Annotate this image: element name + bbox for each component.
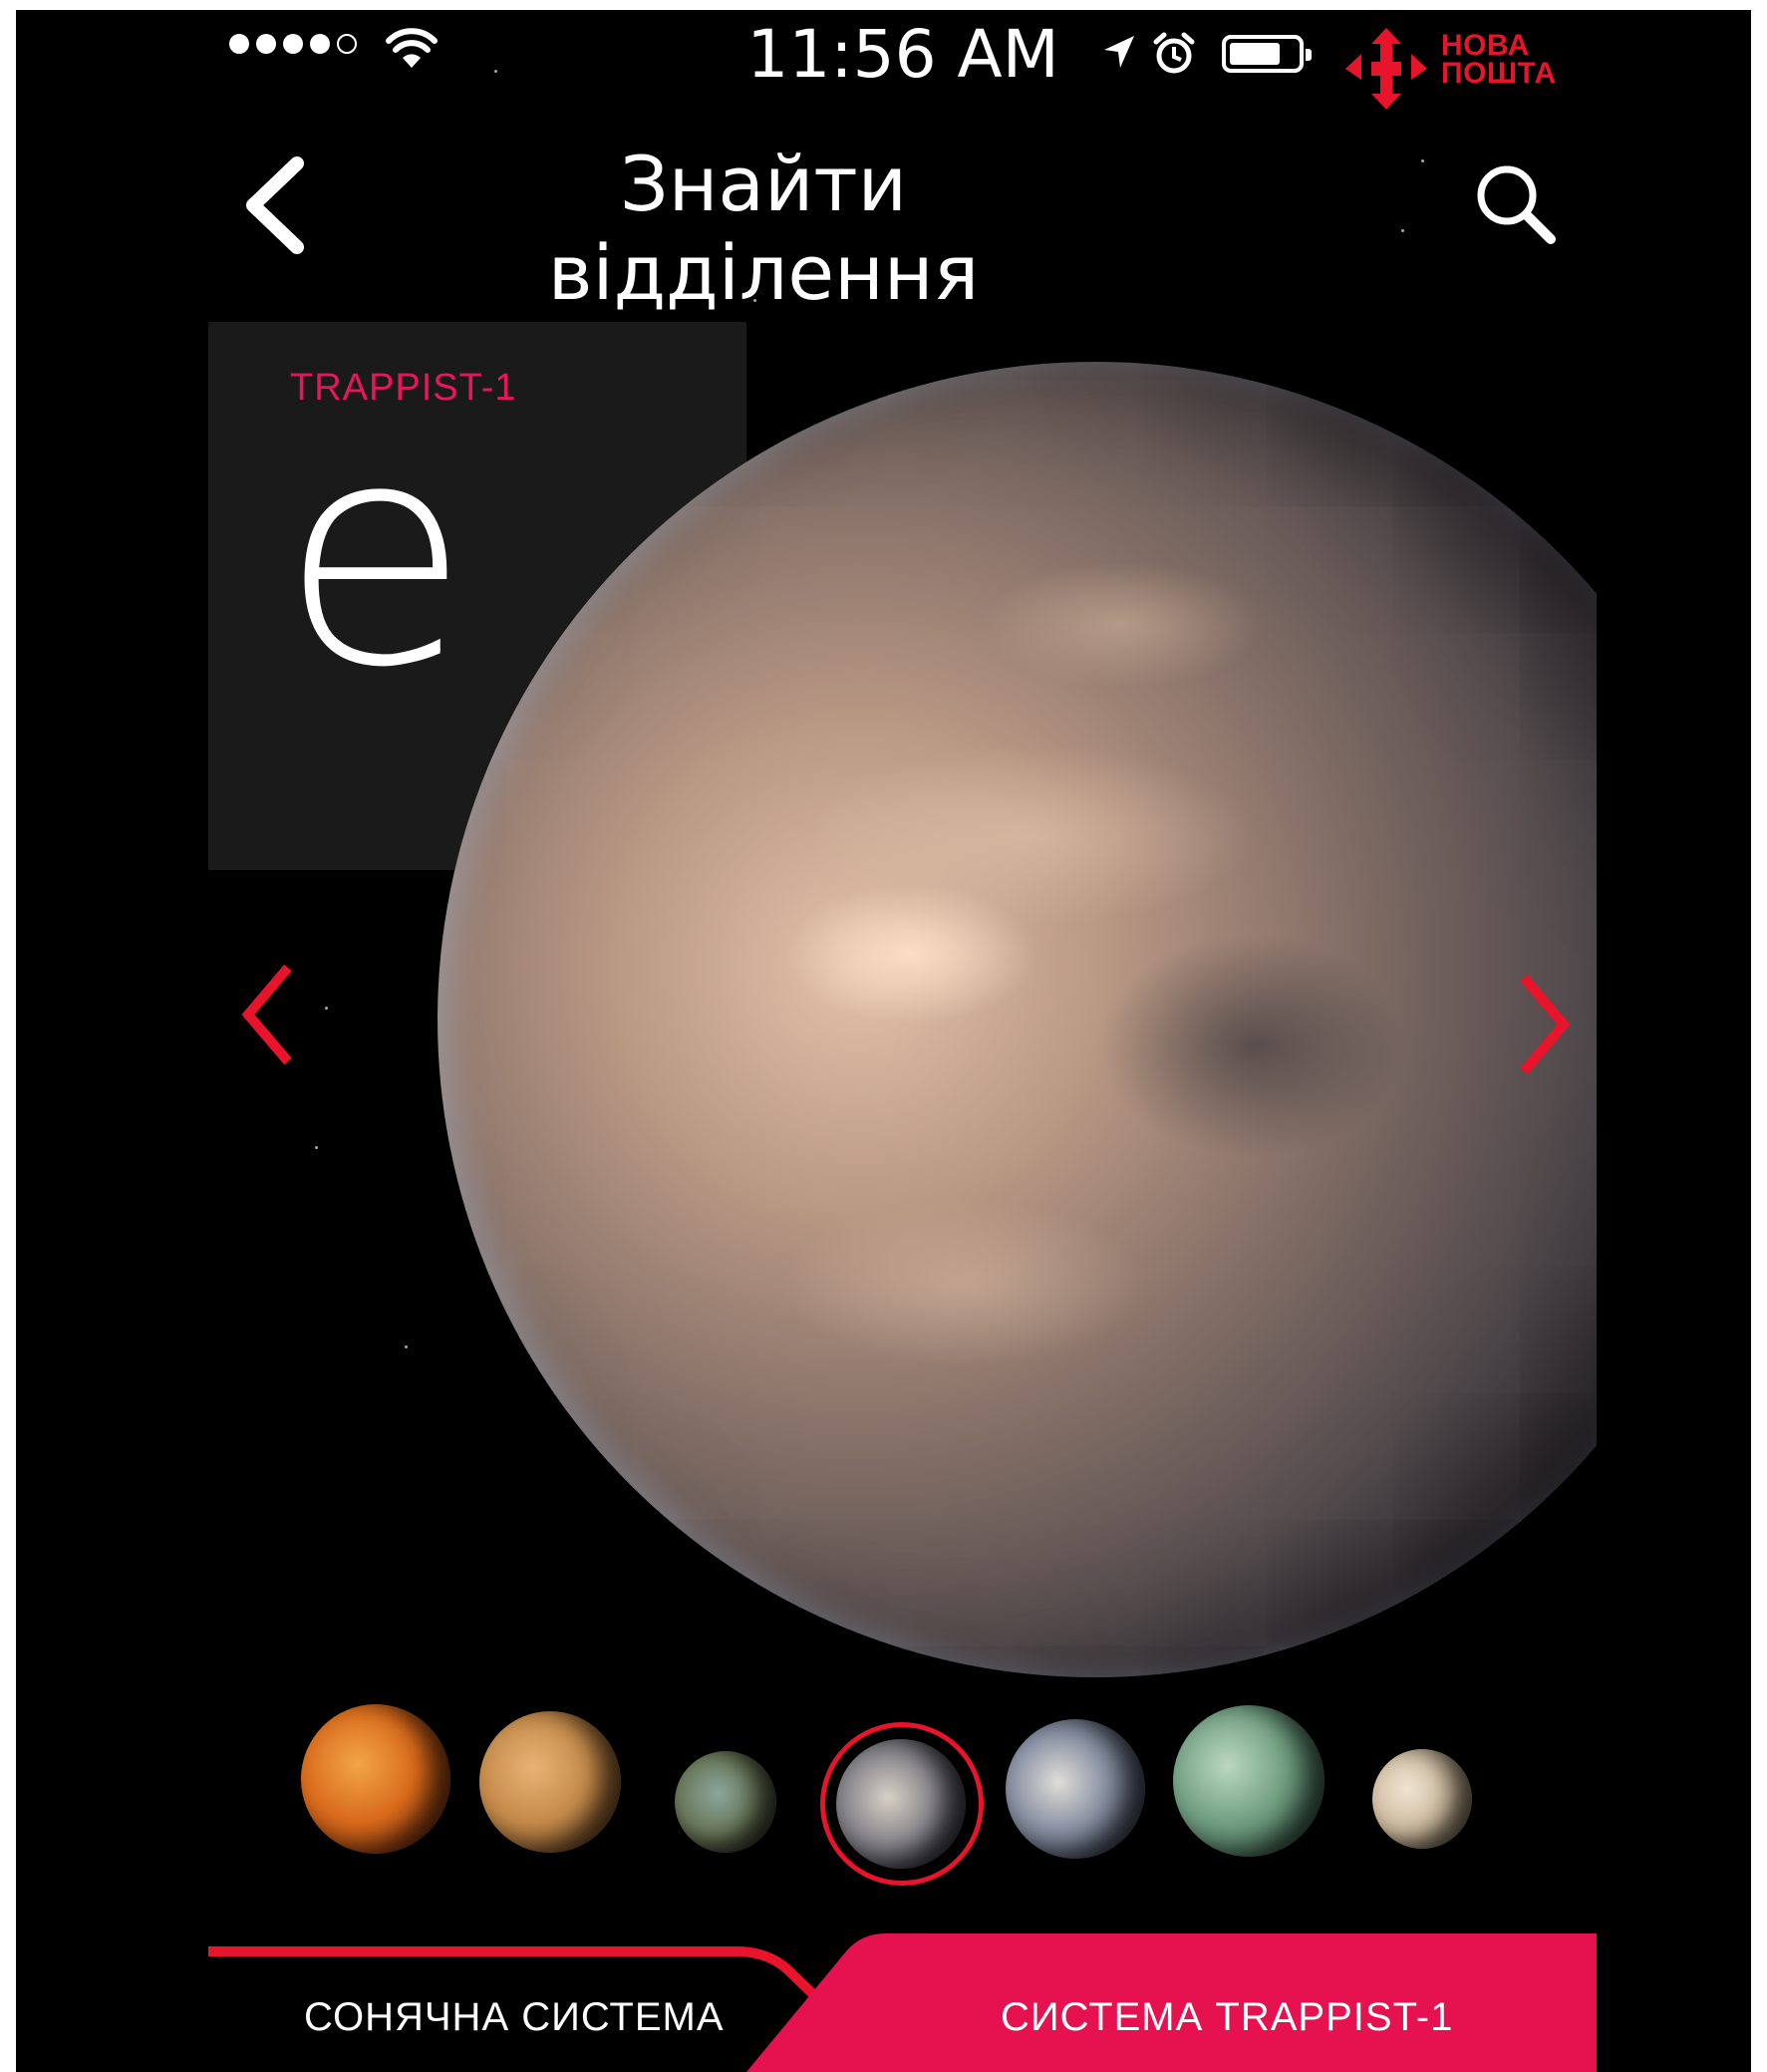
page-title: Знайти відділення [547,140,980,317]
back-button[interactable] [231,149,321,259]
wifi-icon [386,28,438,68]
status-time: 11:56 AM [746,16,1059,93]
location-arrow-icon [1104,36,1134,68]
tab-trappist-system[interactable]: СИСТЕМА TRAPPIST-1 [1001,1995,1453,2040]
planet-thumbnail-b[interactable] [301,1704,450,1854]
planet-thumbnail-g[interactable] [1173,1705,1325,1857]
brand-name: НОВА ПОШТА [1441,29,1557,90]
planet-thumbnail-c[interactable] [479,1711,621,1853]
next-planet-button[interactable] [1514,970,1574,1079]
alarm-icon [1153,32,1195,74]
search-button[interactable] [1471,159,1561,249]
brand-name-line-2: ПОШТА [1441,57,1557,90]
signal-strength-icon [229,34,357,54]
nova-poshta-logo-icon [1345,28,1427,110]
planet-letter: e [280,376,470,736]
battery-icon [1222,35,1312,73]
tab-solar-system[interactable]: СОНЯЧНА СИСТЕМА [304,1995,725,2040]
previous-planet-button[interactable] [238,960,298,1069]
brand-name-line-1: НОВА [1441,29,1530,62]
planet-thumbnail-h[interactable] [1372,1749,1472,1849]
system-tabs: СОНЯЧНА СИСТЕМА СИСТЕМА TRAPPIST-1 [208,1933,1597,2072]
planet-thumbnail-e[interactable] [836,1739,966,1869]
planet-thumbnail-d[interactable] [675,1751,776,1853]
status-bar: 11:56 AM НОВА ПОШТА [16,10,1751,120]
planet-thumbnail-f[interactable] [1006,1719,1145,1859]
planet-showcase: TRAPPIST-1 e [208,322,1597,1952]
app-screen: 11:56 AM НОВА ПОШТА Знайти відділення TR… [16,10,1751,2072]
star [1421,159,1424,162]
star [1401,229,1404,232]
